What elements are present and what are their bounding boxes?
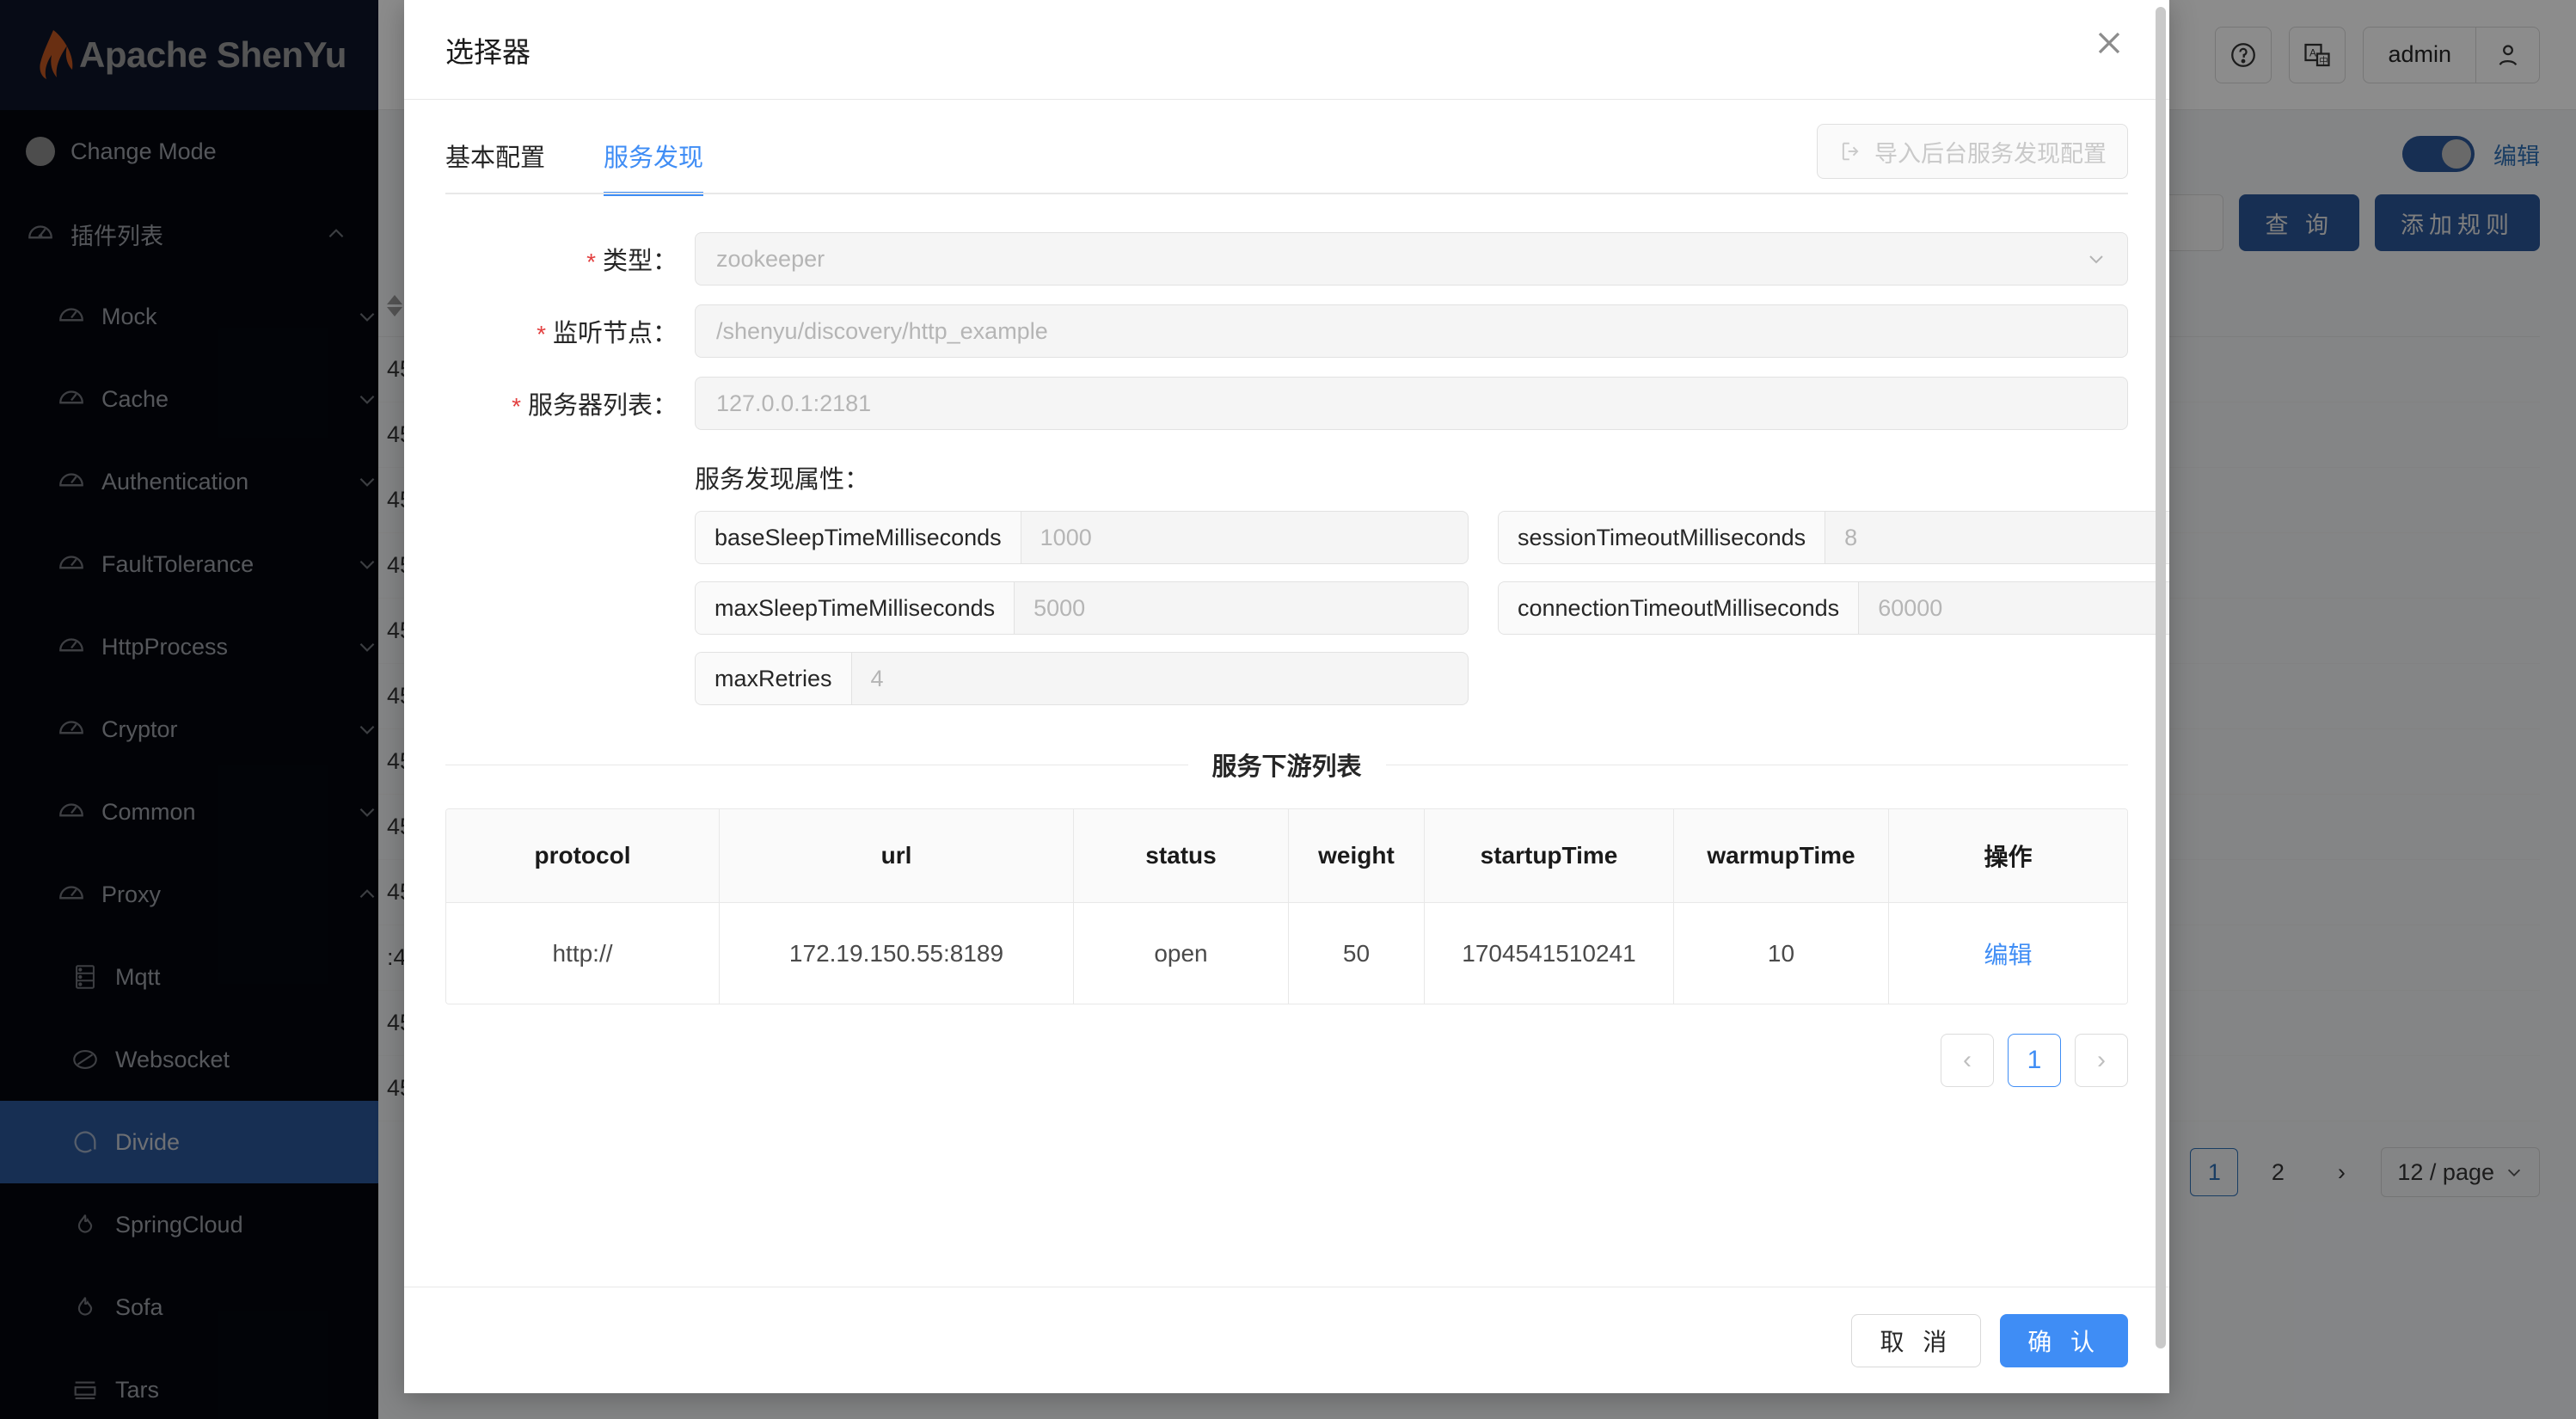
cancel-button[interactable]: 取 消 xyxy=(1851,1314,1981,1367)
col-status: status xyxy=(1074,809,1289,902)
tabs-row: 基本配置 服务发现 导入后台服务发现配置 xyxy=(445,138,2128,194)
col-weight: weight xyxy=(1289,809,1425,902)
modal-header: 选择器 xyxy=(404,0,2169,100)
label-text: 服务器列表： xyxy=(528,385,678,421)
col-url: url xyxy=(720,809,1074,902)
prop-key: baseSleepTimeMilliseconds xyxy=(696,512,1021,563)
prop-value: 5000 xyxy=(1015,582,1468,634)
prop-baseSleepTimeMilliseconds[interactable]: baseSleepTimeMilliseconds 1000 xyxy=(695,511,1469,564)
import-icon xyxy=(1838,139,1862,163)
field-label-listener-node: * 监听节点： xyxy=(445,313,695,349)
modal-scrollbar[interactable] xyxy=(2156,7,2166,1348)
prop-key: sessionTimeoutMilliseconds xyxy=(1499,512,1825,563)
import-discovery-config-button[interactable]: 导入后台服务发现配置 xyxy=(1817,124,2128,179)
prop-maxSleepTimeMilliseconds[interactable]: maxSleepTimeMilliseconds 5000 xyxy=(695,581,1469,635)
props-grid: baseSleepTimeMilliseconds 1000 sessionTi… xyxy=(695,511,2128,705)
field-row-listener-node: * 监听节点： /shenyu/discovery/http_example xyxy=(445,304,2128,358)
server-list-input[interactable]: 127.0.0.1:2181 xyxy=(695,377,2128,430)
prop-key: maxRetries xyxy=(696,653,852,704)
col-action: 操作 xyxy=(1889,809,2127,902)
downstream-pagination: ‹ 1 › xyxy=(445,1034,2128,1087)
downstream-table: protocol url status weight startupTime w… xyxy=(445,808,2128,1004)
confirm-button[interactable]: 确 认 xyxy=(2000,1314,2128,1367)
cell-warmuptime: 10 xyxy=(1674,902,1889,1004)
modal-body: 基本配置 服务发现 导入后台服务发现配置 * 类型： zookeeper xyxy=(404,100,2169,1287)
required-mark: * xyxy=(586,250,596,274)
prop-sessionTimeoutMilliseconds[interactable]: sessionTimeoutMilliseconds 8 xyxy=(1498,511,2169,564)
downstream-table-header: protocol url status weight startupTime w… xyxy=(446,809,2127,902)
tab-service-discovery[interactable]: 服务发现 xyxy=(604,138,703,194)
modal-footer: 取 消 确 认 xyxy=(404,1287,2169,1393)
props-section-label: 服务发现属性： xyxy=(695,459,2128,495)
field-label-server-list: * 服务器列表： xyxy=(445,385,695,421)
prop-maxRetries[interactable]: maxRetries 4 xyxy=(695,652,1469,705)
prop-value: 8 xyxy=(1825,512,2169,563)
prop-key: maxSleepTimeMilliseconds xyxy=(696,582,1015,634)
import-button-label: 导入后台服务发现配置 xyxy=(1874,135,2107,169)
props-row: baseSleepTimeMilliseconds 1000 sessionTi… xyxy=(695,511,2128,564)
prop-value: 1000 xyxy=(1021,512,1468,563)
modal-title: 选择器 xyxy=(445,29,531,71)
label-text: 监听节点： xyxy=(553,313,678,349)
required-mark: * xyxy=(537,322,546,347)
edit-row-link[interactable]: 编辑 xyxy=(1889,902,2127,1004)
cell-url: 172.19.150.55:8189 xyxy=(720,902,1074,1004)
server-list-value: 127.0.0.1:2181 xyxy=(716,390,871,417)
cell-startuptime: 1704541510241 xyxy=(1425,902,1674,1004)
prop-value: 60000 xyxy=(1859,582,2169,634)
col-protocol: protocol xyxy=(446,809,720,902)
col-startuptime: startupTime xyxy=(1425,809,1674,902)
selector-modal: 选择器 基本配置 服务发现 导入后台服务发现配置 * 类型： zookeeper xyxy=(404,0,2169,1393)
listener-node-value: /shenyu/discovery/http_example xyxy=(716,318,1048,345)
field-label-type: * 类型： xyxy=(445,241,695,277)
type-value: zookeeper xyxy=(716,246,825,273)
prop-value: 4 xyxy=(852,653,1468,704)
downstream-title-text: 服务下游列表 xyxy=(1212,746,1362,783)
chevron-down-icon xyxy=(2086,249,2107,269)
close-icon[interactable] xyxy=(2090,24,2128,62)
props-row: maxRetries 4 xyxy=(695,652,2128,705)
col-warmuptime: warmupTime xyxy=(1674,809,1889,902)
cell-weight: 50 xyxy=(1289,902,1425,1004)
listener-node-input[interactable]: /shenyu/discovery/http_example xyxy=(695,304,2128,358)
prop-connectionTimeoutMilliseconds[interactable]: connectionTimeoutMilliseconds 60000 xyxy=(1498,581,2169,635)
props-row: maxSleepTimeMilliseconds 5000 connection… xyxy=(695,581,2128,635)
downstream-section-title: 服务下游列表 xyxy=(445,746,2128,783)
field-row-server-list: * 服务器列表： 127.0.0.1:2181 xyxy=(445,377,2128,430)
cell-status: open xyxy=(1074,902,1289,1004)
page-1-button[interactable]: 1 xyxy=(2008,1034,2061,1087)
tabs-underline xyxy=(445,193,2128,194)
tab-basic-config[interactable]: 基本配置 xyxy=(445,138,545,194)
cell-protocol: http:// xyxy=(446,902,720,1004)
table-row: http:// 172.19.150.55:8189 open 50 17045… xyxy=(446,902,2127,1004)
field-row-type: * 类型： zookeeper xyxy=(445,232,2128,286)
required-mark: * xyxy=(512,395,521,419)
tabs: 基本配置 服务发现 xyxy=(445,138,703,194)
next-page-button[interactable]: › xyxy=(2075,1034,2128,1087)
type-select[interactable]: zookeeper xyxy=(695,232,2128,286)
label-text: 类型： xyxy=(603,241,678,277)
prop-key: connectionTimeoutMilliseconds xyxy=(1499,582,1859,634)
prev-page-button[interactable]: ‹ xyxy=(1941,1034,1994,1087)
discovery-form: * 类型： zookeeper * 监听节点： /shenyu/discover… xyxy=(445,194,2128,705)
